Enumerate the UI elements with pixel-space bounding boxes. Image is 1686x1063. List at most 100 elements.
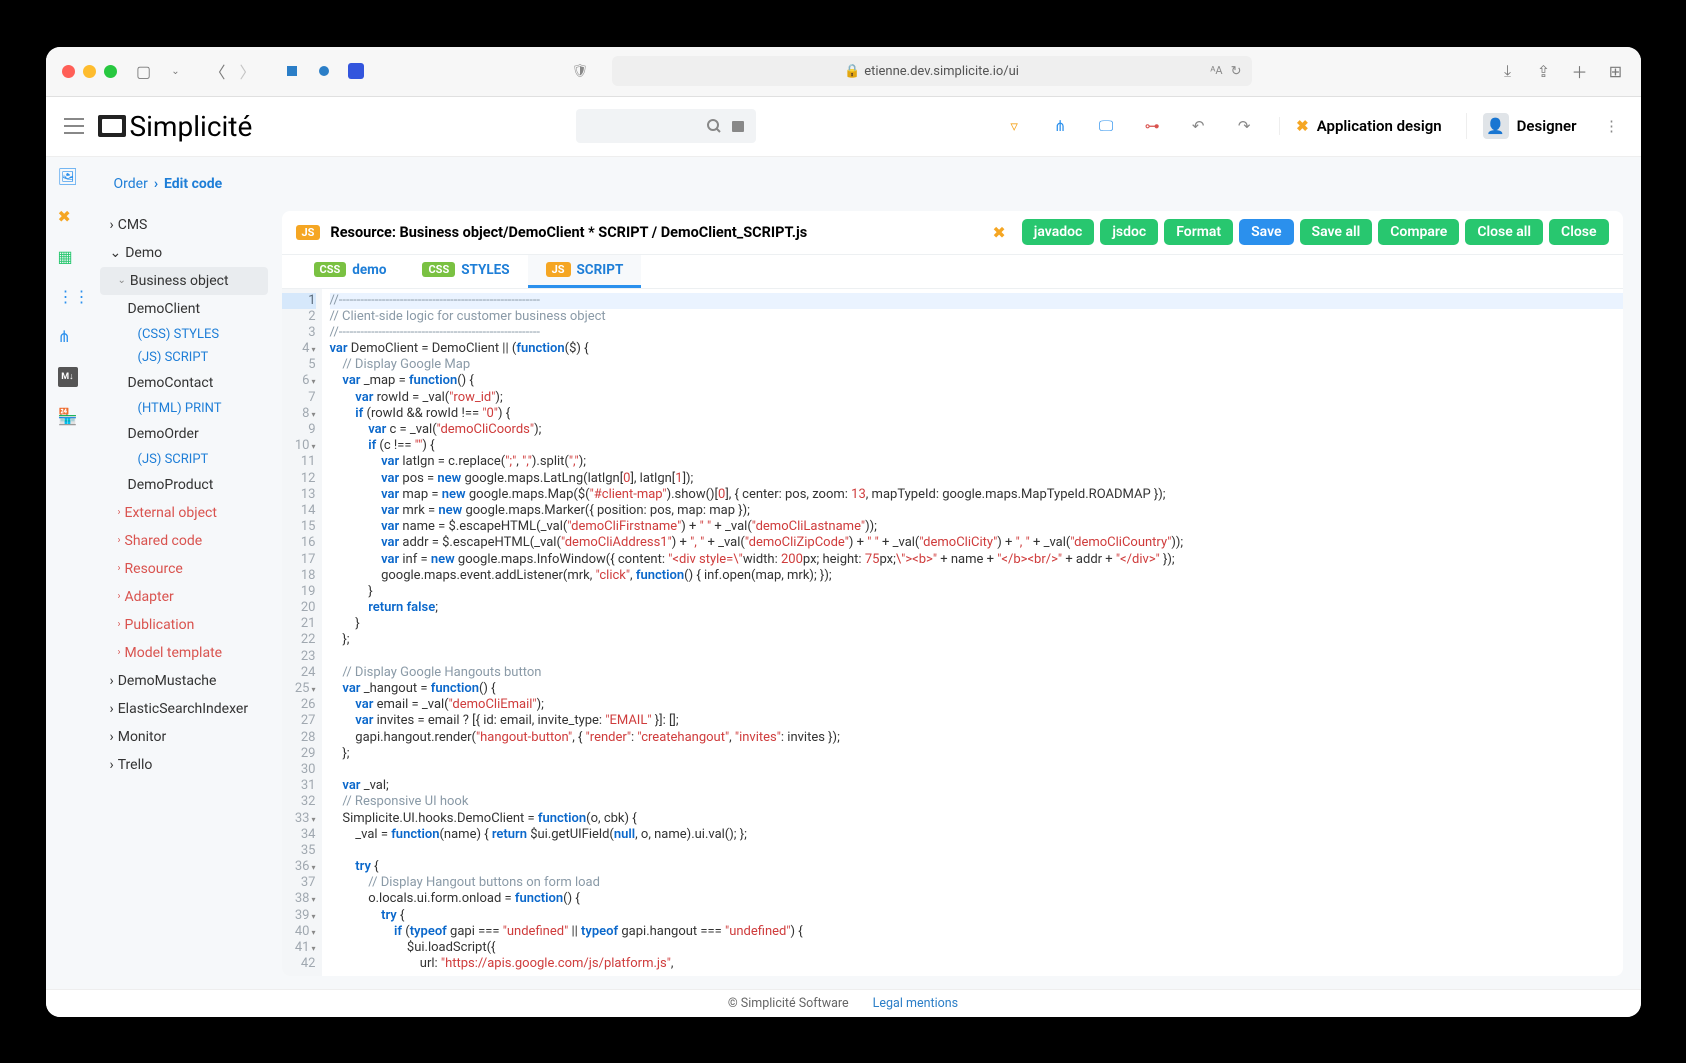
breadcrumb-root[interactable]: Order — [114, 176, 148, 192]
sidebar-section[interactable]: ›Trello — [100, 751, 268, 779]
sidebar-section[interactable]: ›Monitor — [100, 723, 268, 751]
tab-styles[interactable]: CSSSTYLES — [404, 255, 527, 288]
icon-rail: 🖼 ✖ ▦ ⋮⋮ ⋔ M↓ 🏪 — [46, 157, 90, 989]
kebab-menu-icon[interactable]: ⋮ — [1601, 115, 1623, 137]
logo-icon — [98, 115, 126, 137]
chevron-down-icon[interactable]: ⌄ — [167, 62, 185, 80]
rail-tools-icon[interactable]: ✖ — [58, 207, 78, 227]
sidebar-item[interactable]: ›Model template — [100, 639, 268, 667]
mac-titlebar: ▢ ⌄ 〈 〉 🛡 🔒 etienne.dev.simplicite.io/ui… — [46, 47, 1641, 97]
undo-icon[interactable]: ↶ — [1187, 115, 1209, 137]
tab-overview-icon[interactable]: ⊞ — [1607, 62, 1625, 80]
tools-icon: ✖ — [1296, 117, 1309, 135]
tab-demo[interactable]: CSSdemo — [296, 255, 405, 288]
sidebar-object[interactable]: DemoOrder — [100, 420, 268, 448]
reload-icon[interactable]: ↻ — [1231, 64, 1242, 79]
legal-link[interactable]: Legal mentions — [873, 996, 958, 1011]
jsdoc-button[interactable]: jsdoc — [1100, 219, 1158, 245]
sidebar-leaf[interactable]: (CSS) STYLES — [100, 323, 268, 346]
share-icon[interactable]: ⇪ — [1535, 62, 1553, 80]
sidebar-leaf[interactable]: (JS) SCRIPT — [100, 448, 268, 471]
maximize-window-button[interactable] — [104, 65, 117, 78]
save-all-button[interactable]: Save all — [1300, 219, 1373, 245]
back-button[interactable]: 〈 — [209, 62, 227, 80]
logo-text: Simplicité — [130, 110, 253, 143]
logo[interactable]: Simplicité — [98, 110, 253, 143]
url-text: etienne.dev.simplicite.io/ui — [864, 64, 1019, 79]
sidebar-item[interactable]: ›Adapter — [100, 583, 268, 611]
traffic-lights — [62, 65, 117, 78]
sitemap-icon[interactable]: ⋔ — [1049, 115, 1071, 137]
sidebar-section[interactable]: ›CMS — [100, 211, 268, 239]
sidebar-item[interactable]: ›Resource — [100, 555, 268, 583]
chevron-right-icon: › — [154, 176, 158, 192]
close-all-button[interactable]: Close all — [1465, 219, 1543, 245]
rail-image-icon[interactable]: 🖼 — [58, 167, 78, 187]
javadoc-button[interactable]: javadoc — [1022, 219, 1095, 245]
sidebar-object[interactable]: DemoContact — [100, 369, 268, 397]
breadcrumb: Order › Edit code — [100, 167, 1623, 201]
breadcrumb-current: Edit code — [164, 176, 222, 192]
copyright-text: © Simplicité Software — [728, 996, 849, 1011]
user-menu[interactable]: 👤 Designer — [1466, 113, 1577, 139]
sidebar-section[interactable]: ›ElasticSearchIndexer — [100, 695, 268, 723]
monitor-icon[interactable]: 🖵 — [1095, 115, 1117, 137]
editor-tabs: CSSdemoCSSSTYLESJSSCRIPT — [282, 255, 1623, 289]
filter-icon[interactable]: ▿ — [1003, 115, 1025, 137]
addr-actions: ᴬA ↻ — [1210, 64, 1241, 79]
save-button[interactable]: Save — [1239, 219, 1293, 245]
compass-icon[interactable]: ✖ — [992, 223, 1005, 242]
sidebar-tree: ›CMS⌄Demo⌄Business objectDemoClient(CSS)… — [100, 211, 268, 779]
app-body: 🖼 ✖ ▦ ⋮⋮ ⋔ M↓ 🏪 Order › Edit code ›CMS⌄D… — [46, 157, 1641, 989]
sidebar-section[interactable]: ›DemoMustache — [100, 667, 268, 695]
sidebar-item[interactable]: ⌄Business object — [100, 267, 268, 295]
workflow-icon[interactable]: ⊶ — [1141, 115, 1163, 137]
sidebar-leaf[interactable]: (HTML) PRINT — [100, 397, 268, 420]
download-icon[interactable]: ⤓ — [1499, 62, 1517, 80]
ext-icon-1[interactable] — [283, 62, 301, 80]
sidebar-leaf[interactable]: (JS) SCRIPT — [100, 346, 268, 369]
close-button[interactable]: Close — [1549, 219, 1608, 245]
editor-header: JS Resource: Business object/DemoClient … — [282, 211, 1623, 255]
line-gutter: 1234567891011121314151617181920212223242… — [282, 289, 322, 977]
rail-dots-icon[interactable]: ⋮⋮ — [58, 287, 78, 307]
compare-button[interactable]: Compare — [1378, 219, 1459, 245]
hamburger-menu-icon[interactable] — [64, 118, 84, 134]
code-editor-panel: JS Resource: Business object/DemoClient … — [282, 211, 1623, 977]
search-input[interactable] — [576, 109, 756, 143]
sidebar-object[interactable]: DemoClient — [100, 295, 268, 323]
search-icon — [706, 118, 722, 134]
minimize-window-button[interactable] — [83, 65, 96, 78]
header-actions: ▿ ⋔ 🖵 ⊶ ↶ ↷ ✖ Application design 👤 Desig… — [770, 113, 1622, 139]
reader-icon[interactable]: ᴬA — [1210, 64, 1222, 79]
ext-icon-2[interactable] — [315, 62, 333, 80]
calendar-icon[interactable] — [730, 118, 746, 134]
sidebar-section[interactable]: ⌄Demo — [100, 239, 268, 267]
address-bar[interactable]: 🛡 🔒 etienne.dev.simplicite.io/ui ᴬA ↻ — [612, 56, 1252, 86]
address-bar-container: 🛡 🔒 etienne.dev.simplicite.io/ui ᴬA ↻ — [383, 56, 1481, 86]
format-button[interactable]: Format — [1164, 219, 1233, 245]
footer: © Simplicité Software Legal mentions — [46, 989, 1641, 1017]
shield-icon[interactable]: 🛡 — [572, 64, 589, 79]
sidebar-item[interactable]: ›External object — [100, 499, 268, 527]
tab-script[interactable]: JSSCRIPT — [528, 255, 642, 288]
sidebar-object[interactable]: DemoProduct — [100, 471, 268, 499]
editor-title: Resource: Business object/DemoClient * S… — [330, 224, 982, 241]
ext-icon-3[interactable] — [347, 62, 365, 80]
sidebar-toggle-icon[interactable]: ▢ — [135, 62, 153, 80]
forward-button[interactable]: 〉 — [239, 62, 257, 80]
new-tab-icon[interactable]: ＋ — [1571, 62, 1589, 80]
code-content[interactable]: //--------------------------------------… — [322, 289, 1623, 977]
rail-store-icon[interactable]: 🏪 — [58, 407, 78, 427]
sidebar-item[interactable]: ›Shared code — [100, 527, 268, 555]
app-design-button[interactable]: ✖ Application design — [1279, 117, 1442, 135]
rail-md-icon[interactable]: M↓ — [58, 367, 78, 387]
rail-tree-icon[interactable]: ⋔ — [58, 327, 78, 347]
redo-icon[interactable]: ↷ — [1233, 115, 1255, 137]
close-window-button[interactable] — [62, 65, 75, 78]
user-avatar-icon: 👤 — [1483, 113, 1509, 139]
lock-icon: 🔒 — [844, 64, 860, 79]
code-editor[interactable]: 1234567891011121314151617181920212223242… — [282, 289, 1623, 977]
sidebar-item[interactable]: ›Publication — [100, 611, 268, 639]
rail-grid-icon[interactable]: ▦ — [58, 247, 78, 267]
